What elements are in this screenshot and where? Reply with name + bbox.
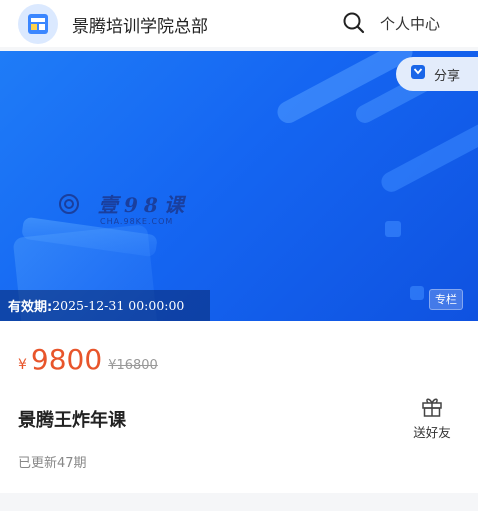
share-label: 分享 [434, 68, 461, 84]
original-price: ¥16800 [108, 358, 158, 373]
current-price: 9800 [30, 343, 103, 376]
shop-name[interactable]: 景腾培训学院总部 [72, 12, 208, 37]
user-center-link[interactable]: 个人中心 [380, 13, 440, 34]
watermark-subtext: CHA.98KE.COM [100, 217, 174, 226]
course-title: 景腾王炸年课 [18, 410, 126, 431]
school-logo-icon[interactable] [18, 4, 58, 44]
watermark-logo-icon [58, 193, 80, 219]
course-cover-banner: 壹98课 CHA.98KE.COM 分享 有效期: 2025-12-31 00:… [0, 51, 478, 321]
gift-label: 送好友 [413, 425, 451, 440]
gift-icon [420, 398, 444, 421]
currency-symbol: ¥ [18, 357, 27, 373]
banner-decoration [13, 51, 478, 321]
share-icon [410, 64, 426, 84]
app-header: 景腾培训学院总部 个人中心 [0, 0, 478, 47]
validity-bar: 有效期: 2025-12-31 00:00:00 [0, 290, 210, 321]
price-row: ¥ 9800 ¥16800 [18, 343, 158, 376]
watermark-text: 壹98课 [98, 193, 190, 217]
share-button[interactable]: 分享 [396, 57, 478, 91]
column-tag-badge: 专栏 [429, 289, 463, 310]
course-info-card: ¥ 9800 ¥16800 景腾王炸年课 已更新47期 送好友 [0, 321, 478, 493]
update-count: 已更新47期 [18, 456, 87, 471]
gift-to-friend-button[interactable]: 送好友 [408, 395, 456, 441]
validity-label: 有效期: [8, 300, 53, 315]
search-icon[interactable] [340, 9, 368, 37]
validity-value: 2025-12-31 00:00:00 [52, 298, 185, 313]
